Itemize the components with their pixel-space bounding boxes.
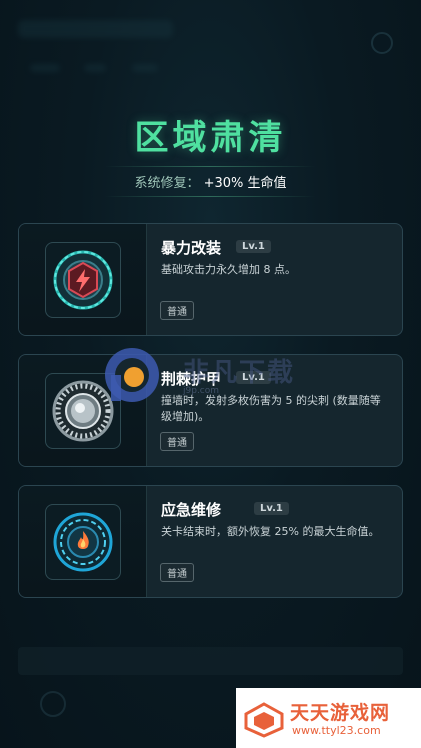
blurred-tab — [132, 64, 158, 72]
flame-heal-icon — [53, 512, 113, 572]
reward-subtitle: 系统修复： +30% 生命值 — [0, 172, 421, 191]
card-icon-area — [19, 486, 147, 597]
title-divider-top — [105, 166, 315, 167]
upgrade-card-3[interactable]: 应急维修 Lv.1 关卡结束时，额外恢复 25% 的最大生命值。 普通 — [18, 485, 403, 598]
lightning-gear-icon — [53, 250, 113, 310]
blurred-bottom-bar — [18, 647, 403, 675]
card-description: 基础攻击力永久增加 8 点。 — [161, 263, 296, 276]
card-name: 暴力改装 — [161, 239, 222, 257]
site-logo-title: 天天游戏网 — [290, 702, 391, 724]
card-name: 应急维修 — [161, 501, 222, 519]
site-logo-url: www.ttyl23.com — [292, 724, 381, 737]
rarity-tag: 普通 — [160, 301, 194, 320]
blurred-header-bar — [18, 20, 173, 38]
card-description: 关卡结束时，额外恢复 25% 的最大生命值。 — [161, 525, 380, 538]
blurred-bottom-icon — [40, 691, 66, 717]
title-divider-bottom — [105, 196, 315, 197]
site-logo-badge: 天天游戏网 www.ttyl23.com — [236, 688, 421, 748]
card-icon-frame — [45, 242, 121, 318]
blurred-tab — [84, 64, 106, 72]
watermark-url: j9p.com — [183, 386, 220, 396]
card-description: 撞墙时，发射多枚伤害为 5 的尖刺 (数量随等级增加)。 — [161, 394, 381, 423]
level-badge: Lv.1 — [236, 240, 271, 253]
rarity-tag: 普通 — [160, 432, 194, 451]
level-badge: Lv.1 — [254, 502, 289, 515]
watermark-logo-icon — [105, 348, 159, 402]
blurred-tab — [30, 64, 60, 72]
blurred-settings-icon — [371, 32, 393, 54]
card-icon-frame — [45, 504, 121, 580]
subtitle-value: +30% 生命值 — [203, 176, 287, 191]
subtitle-key: 系统修复： — [134, 176, 200, 191]
card-icon-area — [19, 224, 147, 335]
upgrade-card-1[interactable]: 暴力改装 Lv.1 基础攻击力永久增加 8 点。 普通 — [18, 223, 403, 336]
rarity-tag: 普通 — [160, 563, 194, 582]
site-logo-icon — [244, 702, 284, 738]
page-title: 区域肃清 — [134, 118, 287, 158]
watermark-text: 非凡下载 — [183, 358, 296, 388]
